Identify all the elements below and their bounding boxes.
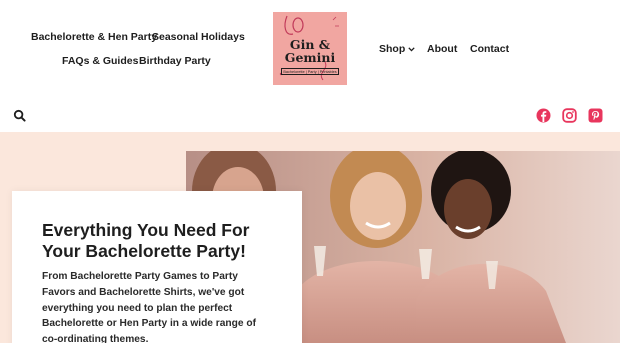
instagram-icon — [562, 108, 577, 123]
nav-shop[interactable]: Shop — [379, 43, 415, 55]
search-button[interactable] — [13, 109, 27, 123]
hero-title: Everything You Need For Your Bachelorett… — [42, 220, 250, 261]
hero-card: Everything You Need For Your Bachelorett… — [12, 191, 302, 343]
pinterest-link[interactable] — [588, 108, 603, 123]
logo-tagline: Bachelorette | Party | Printables — [281, 68, 339, 75]
instagram-link[interactable] — [562, 108, 577, 123]
search-icon — [13, 109, 26, 122]
nav-contact[interactable]: Contact — [470, 43, 509, 55]
facebook-link[interactable] — [536, 108, 551, 123]
nav-seasonal-holidays[interactable]: Seasonal Holidays — [152, 31, 245, 43]
site-header: Bachelorette & Hen Party Seasonal Holida… — [0, 0, 620, 132]
nav-bachelorette-hen-party[interactable]: Bachelorette & Hen Party — [31, 31, 157, 43]
nav-about[interactable]: About — [427, 43, 457, 55]
facebook-icon — [536, 108, 551, 123]
site-logo[interactable]: Gin & Gemini Bachelorette | Party | Prin… — [273, 12, 347, 85]
pinterest-icon — [588, 108, 603, 123]
logo-line-2: Gemini — [284, 50, 336, 65]
nav-shop-label: Shop — [379, 43, 406, 55]
chevron-down-icon — [408, 47, 415, 52]
nav-faqs-guides[interactable]: FAQs & Guides — [62, 55, 138, 67]
hero-description: From Bachelorette Party Games to Party F… — [42, 271, 256, 343]
nav-birthday-party[interactable]: Birthday Party — [139, 55, 211, 67]
